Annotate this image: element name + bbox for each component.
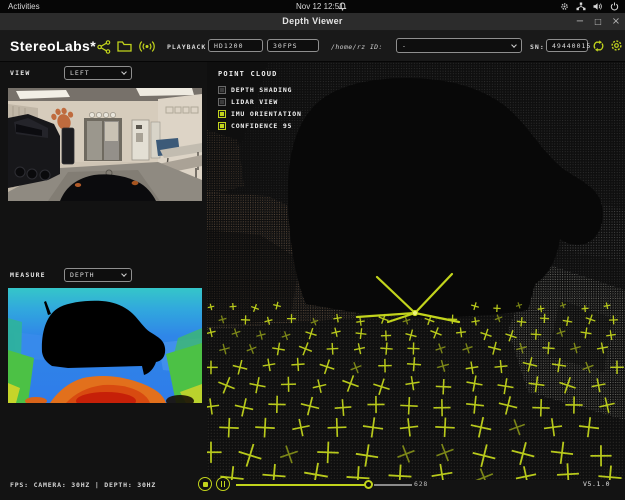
path-id-label: /home/rz ID: (331, 43, 383, 51)
chevron-down-icon (511, 42, 517, 48)
view-label: VIEW (10, 69, 30, 77)
window-title: Depth Viewer (0, 16, 625, 26)
playback-label: PLAYBACK (167, 43, 206, 51)
sn-label: SN: (530, 43, 545, 51)
measure-value: DEPTH (70, 271, 95, 279)
checkbox-confidence[interactable]: CONFIDENCE 95 (218, 122, 292, 130)
slider-handle[interactable] (364, 480, 373, 489)
measure-select[interactable]: DEPTH (64, 268, 132, 282)
volume-icon[interactable] (593, 2, 603, 11)
network-icon[interactable] (576, 2, 586, 11)
bell-icon[interactable] (338, 2, 347, 11)
system-top-bar: Activities Nov 12 12:51 (0, 0, 625, 13)
minimize-button[interactable]: − (573, 15, 587, 28)
gear-icon[interactable] (560, 2, 569, 11)
view-value: LEFT (70, 69, 90, 77)
system-tray (560, 1, 619, 12)
point-cloud-title: POINT CLOUD (218, 70, 278, 78)
repeat-icon[interactable] (592, 39, 605, 53)
view-select[interactable]: LEFT (64, 66, 132, 80)
measure-label: MEASURE (10, 271, 46, 279)
slider-filled-track (236, 484, 365, 486)
checkbox-depth-shading[interactable]: DEPTH SHADING (218, 86, 292, 94)
settings-icon[interactable] (609, 38, 624, 53)
depth-viewer-window: Activities Nov 12 12:51 (0, 0, 625, 500)
chevron-down-icon (121, 271, 127, 277)
ceiling-light (136, 88, 194, 96)
clock[interactable]: Nov 12 12:51 (296, 2, 344, 11)
folder-icon[interactable] (117, 40, 132, 53)
checkbox-icon (218, 98, 226, 106)
sn-value: 49440015 (552, 42, 591, 50)
broadcast-icon[interactable] (139, 40, 155, 53)
record-button[interactable] (198, 477, 212, 491)
app-toolbar: StereoLabs* PLAYBACK HD1200 30FPS /home/… (0, 31, 625, 62)
camera-image (8, 88, 202, 201)
checkbox-lidar-view[interactable]: LIDAR VIEW (218, 98, 278, 106)
power-icon[interactable] (610, 2, 619, 11)
slider-remaining-track (374, 484, 412, 486)
checkbox-icon (218, 122, 226, 130)
resolution-select[interactable]: HD1200 (208, 39, 263, 52)
pause-icon (221, 481, 226, 487)
playback-slider[interactable] (236, 480, 412, 489)
app-version: V5.1.0 (583, 480, 610, 488)
checkbox-icon (218, 86, 226, 94)
camera-id-select[interactable]: - (396, 38, 522, 53)
checkbox-imu-orientation[interactable]: IMU ORIENTATION (218, 110, 302, 118)
depth-image (8, 288, 202, 403)
resolution-value: HD1200 (214, 42, 243, 50)
activities-button[interactable]: Activities (8, 2, 40, 11)
fps-select[interactable]: 30FPS (267, 39, 319, 52)
frame-number: 628 (414, 480, 428, 488)
maximize-button[interactable]: □ (591, 15, 605, 28)
stereolabs-logo: StereoLabs* (10, 38, 96, 54)
close-button[interactable]: × (609, 15, 623, 28)
share-icon[interactable] (97, 40, 111, 54)
camera-id-value: - (402, 42, 407, 50)
fps-status: FPS: CAMERA: 30HZ | DEPTH: 30HZ (10, 481, 156, 489)
chevron-down-icon (121, 69, 127, 75)
pause-button[interactable] (216, 477, 230, 491)
fps-value: 30FPS (273, 42, 298, 50)
record-icon (203, 482, 208, 487)
checkbox-icon (218, 110, 226, 118)
garage-doors (84, 118, 160, 161)
sn-field[interactable]: 49440015 (546, 39, 588, 52)
window-titlebar[interactable]: Depth Viewer − □ × (0, 13, 625, 31)
